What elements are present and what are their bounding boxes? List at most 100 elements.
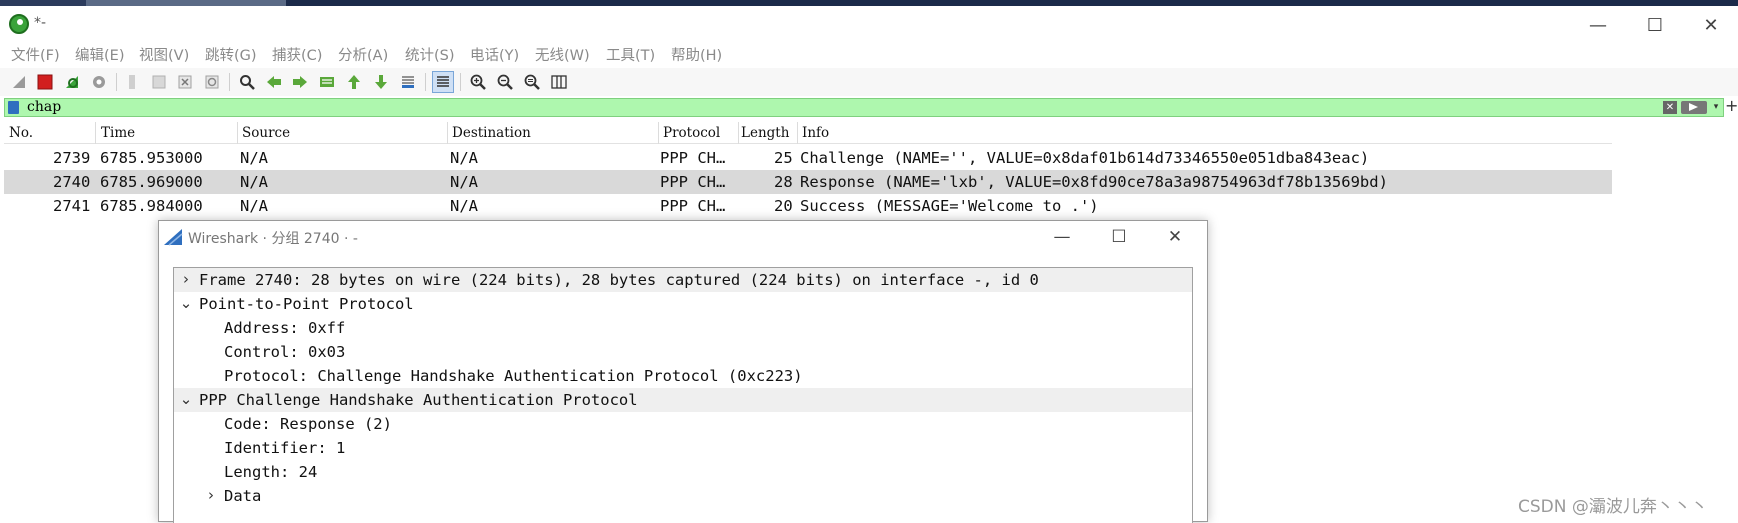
- column-header-protocol[interactable]: Protocol: [663, 125, 720, 141]
- cell-destination: N/A: [450, 173, 478, 191]
- filter-clear-icon[interactable]: ✕: [1663, 101, 1677, 114]
- menu-help[interactable]: 帮助(H): [671, 44, 722, 65]
- filter-apply-arrow-icon[interactable]: [1681, 101, 1707, 114]
- packet-detail-window: Wireshark · 分组 2740 · - — ☐ ✕ › Frame 27…: [158, 220, 1208, 523]
- popup-titlebar[interactable]: Wireshark · 分组 2740 · - — ☐ ✕: [159, 221, 1207, 253]
- tree-item-label: Code: Response (2): [224, 415, 392, 433]
- resize-columns-icon[interactable]: [548, 71, 570, 93]
- tree-item-identifier[interactable]: Identifier: 1: [174, 436, 1192, 460]
- popup-maximize-button[interactable]: ☐: [1096, 223, 1142, 251]
- cell-source: N/A: [240, 149, 268, 167]
- tree-item-label: Data: [224, 487, 262, 505]
- zoom-in-icon[interactable]: [467, 71, 489, 93]
- display-filter-input[interactable]: [27, 99, 1527, 116]
- close-file-icon[interactable]: [174, 71, 196, 93]
- column-separator[interactable]: [447, 122, 448, 144]
- minimize-button[interactable]: —: [1575, 10, 1621, 42]
- cell-no: 2741: [53, 197, 91, 215]
- reload-file-icon[interactable]: [201, 71, 223, 93]
- tree-item-label: Point-to-Point Protocol: [199, 295, 414, 313]
- close-button[interactable]: ✕: [1688, 10, 1734, 42]
- cell-protocol: PPP CH…: [660, 173, 726, 191]
- menu-file[interactable]: 文件(F): [11, 44, 60, 65]
- menu-statistics[interactable]: 统计(S): [405, 44, 455, 65]
- go-forward-icon[interactable]: [289, 71, 311, 93]
- cell-length: 25: [774, 149, 793, 167]
- tree-item-chap[interactable]: ⌄ PPP Challenge Handshake Authentication…: [174, 388, 1192, 412]
- table-row[interactable]: 2741 6785.984000 N/A N/A PPP CH… 20 Succ…: [4, 194, 1612, 218]
- column-header-no[interactable]: No.: [9, 125, 33, 141]
- go-first-icon[interactable]: [343, 71, 365, 93]
- column-separator[interactable]: [95, 122, 96, 144]
- colorize-icon[interactable]: [432, 71, 454, 93]
- capture-options-icon[interactable]: [88, 71, 110, 93]
- maximize-button[interactable]: ☐: [1632, 10, 1678, 42]
- window-title: *-: [34, 15, 47, 31]
- menu-bar: 文件(F) 编辑(E) 视图(V) 跳转(G) 捕获(C) 分析(A) 统计(S…: [0, 42, 1738, 66]
- menu-telephony[interactable]: 电话(Y): [470, 44, 519, 65]
- tree-item-address[interactable]: Address: 0xff: [174, 316, 1192, 340]
- zoom-out-icon[interactable]: [494, 71, 516, 93]
- expand-arrow-icon[interactable]: ›: [204, 486, 218, 504]
- column-header-source[interactable]: Source: [242, 125, 290, 141]
- menu-edit[interactable]: 编辑(E): [75, 44, 124, 65]
- packet-details-tree: › Frame 2740: 28 bytes on wire (224 bits…: [173, 267, 1193, 523]
- go-last-icon[interactable]: [370, 71, 392, 93]
- shark-fin-start-icon[interactable]: [8, 71, 30, 93]
- toolbar-separator: [116, 73, 117, 91]
- menu-view[interactable]: 视图(V): [139, 44, 189, 65]
- column-header-destination[interactable]: Destination: [452, 125, 531, 141]
- filter-bookmark-icon[interactable]: [8, 101, 19, 114]
- menu-wireless[interactable]: 无线(W): [535, 44, 590, 65]
- popup-close-button[interactable]: ✕: [1152, 223, 1198, 251]
- save-file-icon[interactable]: [148, 71, 170, 93]
- tree-item-ppp[interactable]: ⌄ Point-to-Point Protocol: [174, 292, 1192, 316]
- tree-item-frame[interactable]: › Frame 2740: 28 bytes on wire (224 bits…: [174, 268, 1192, 292]
- go-back-icon[interactable]: [263, 71, 285, 93]
- menu-go[interactable]: 跳转(G): [205, 44, 257, 65]
- popup-minimize-button[interactable]: —: [1039, 223, 1085, 251]
- tree-item-protocol[interactable]: Protocol: Challenge Handshake Authentica…: [174, 364, 1192, 388]
- collapse-arrow-icon[interactable]: ⌄: [179, 294, 193, 312]
- cell-destination: N/A: [450, 197, 478, 215]
- collapse-arrow-icon[interactable]: ⌄: [179, 390, 193, 408]
- stop-capture-icon[interactable]: [34, 71, 56, 93]
- column-separator[interactable]: [237, 122, 238, 144]
- tree-item-control[interactable]: Control: 0x03: [174, 340, 1192, 364]
- tree-item-length[interactable]: Length: 24: [174, 460, 1192, 484]
- open-file-icon[interactable]: [121, 71, 143, 93]
- cell-length: 20: [774, 197, 793, 215]
- main-titlebar: *- — ☐ ✕: [0, 6, 1738, 46]
- go-to-packet-icon[interactable]: [316, 71, 338, 93]
- column-header-length[interactable]: Length: [741, 125, 789, 141]
- wireshark-app-icon: [9, 14, 29, 34]
- cell-time: 6785.984000: [100, 197, 203, 215]
- toolbar-separator: [425, 73, 426, 91]
- restart-capture-icon[interactable]: [61, 71, 83, 93]
- table-row[interactable]: 2739 6785.953000 N/A N/A PPP CH… 25 Chal…: [4, 146, 1612, 170]
- menu-capture[interactable]: 捕获(C): [272, 44, 322, 65]
- add-filter-button[interactable]: +: [1725, 96, 1738, 115]
- column-header-time[interactable]: Time: [101, 125, 135, 141]
- tree-item-label: Address: 0xff: [224, 319, 346, 337]
- auto-scroll-icon[interactable]: [397, 71, 419, 93]
- cell-protocol: PPP CH…: [660, 149, 726, 167]
- expand-arrow-icon[interactable]: ›: [179, 270, 193, 288]
- find-packet-icon[interactable]: [236, 71, 258, 93]
- column-separator[interactable]: [797, 122, 798, 144]
- column-separator[interactable]: [738, 122, 739, 144]
- column-separator[interactable]: [658, 122, 659, 144]
- filter-history-dropdown[interactable]: ▾: [1710, 100, 1722, 115]
- menu-tools[interactable]: 工具(T): [606, 44, 655, 65]
- normal-size-icon[interactable]: [521, 71, 543, 93]
- column-header-info[interactable]: Info: [802, 125, 829, 141]
- cell-length: 28: [774, 173, 793, 191]
- tree-item-data[interactable]: › Data: [174, 484, 1192, 508]
- csdn-watermark: CSDN @灞波儿奔丶丶丶: [1518, 497, 1708, 517]
- popup-title: Wireshark · 分组 2740 · -: [188, 231, 358, 247]
- table-row-selected[interactable]: 2740 6785.969000 N/A N/A PPP CH… 28 Resp…: [4, 170, 1612, 194]
- menu-analyze[interactable]: 分析(A): [338, 44, 388, 65]
- display-filter-bar: ✕ ▾: [4, 98, 1724, 117]
- tree-item-label: Protocol: Challenge Handshake Authentica…: [224, 367, 803, 385]
- tree-item-code[interactable]: Code: Response (2): [174, 412, 1192, 436]
